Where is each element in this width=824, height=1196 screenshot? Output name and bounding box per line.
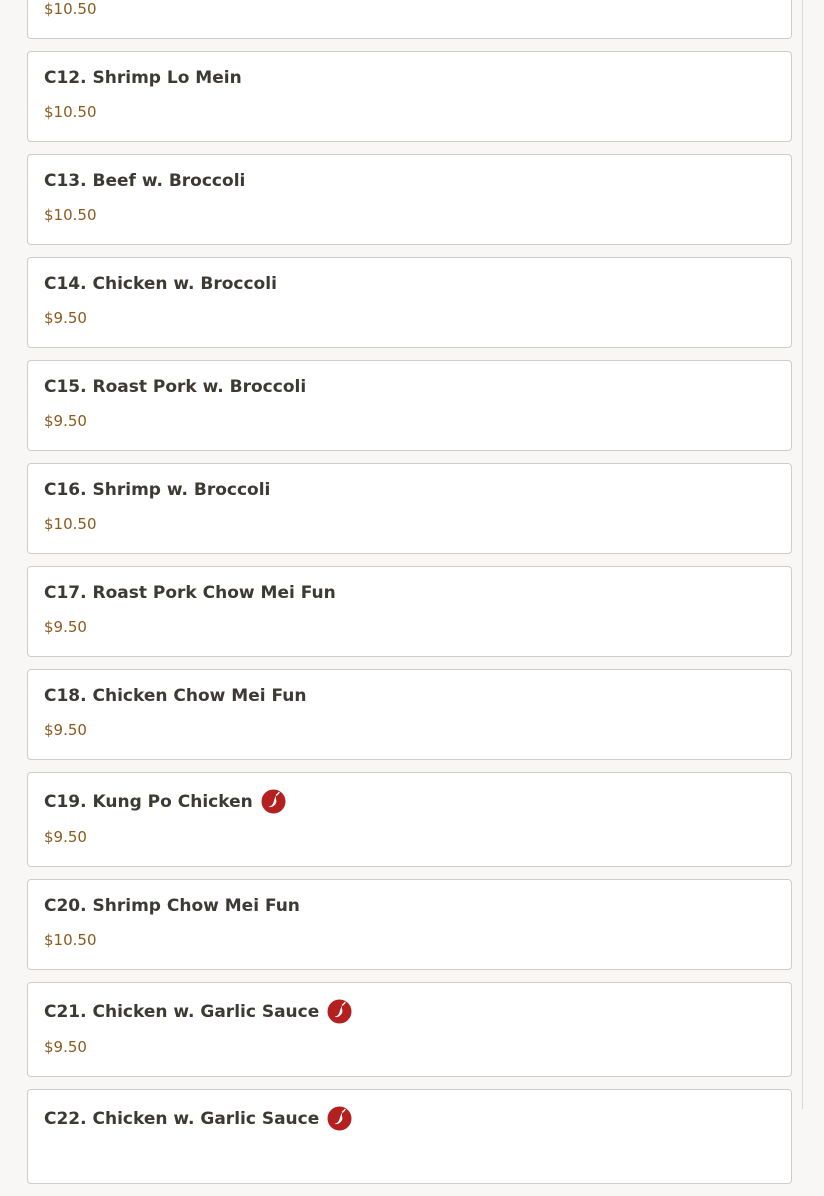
menu-item-name: C16. Shrimp w. Broccoli bbox=[44, 480, 271, 500]
menu-item-card[interactable]: C15. Roast Pork w. Broccoli $9.50 bbox=[27, 360, 792, 451]
menu-item-price: $9.50 bbox=[44, 1038, 87, 1056]
menu-item-price: $9.50 bbox=[44, 828, 87, 846]
menu-item-card[interactable]: C12. Shrimp Lo Mein $10.50 bbox=[27, 51, 792, 142]
menu-item-price: $9.50 bbox=[44, 309, 87, 327]
menu-item-name: C19. Kung Po Chicken bbox=[44, 789, 286, 814]
menu-item-price: $9.50 bbox=[44, 412, 87, 430]
menu-item-list: $10.50 C12. Shrimp Lo Mein $10.50 C13. B… bbox=[27, 0, 792, 1196]
menu-item-card[interactable]: C20. Shrimp Chow Mei Fun $10.50 bbox=[27, 879, 792, 970]
menu-item-card[interactable]: C18. Chicken Chow Mei Fun $9.50 bbox=[27, 669, 792, 760]
menu-item-card[interactable]: C21. Chicken w. Garlic Sauce $9.50 bbox=[27, 982, 792, 1077]
menu-item-name: C12. Shrimp Lo Mein bbox=[44, 68, 242, 88]
menu-item-price: $10.50 bbox=[44, 931, 97, 949]
menu-item-price: $9.50 bbox=[44, 721, 87, 739]
menu-item-price: $10.50 bbox=[44, 206, 97, 224]
menu-item-name: C13. Beef w. Broccoli bbox=[44, 171, 246, 191]
menu-item-card[interactable]: $10.50 bbox=[27, 0, 792, 39]
menu-item-name: C22. Chicken w. Garlic Sauce bbox=[44, 1106, 352, 1131]
chili-pepper-icon bbox=[261, 789, 286, 814]
chili-pepper-icon bbox=[327, 1106, 352, 1131]
menu-item-card[interactable]: C22. Chicken w. Garlic Sauce bbox=[27, 1089, 792, 1184]
menu-item-price: $9.50 bbox=[44, 618, 87, 636]
menu-item-price: $10.50 bbox=[44, 515, 97, 533]
menu-item-card[interactable]: C16. Shrimp w. Broccoli $10.50 bbox=[27, 463, 792, 554]
menu-item-name: C15. Roast Pork w. Broccoli bbox=[44, 377, 307, 397]
menu-item-card[interactable]: C13. Beef w. Broccoli $10.50 bbox=[27, 154, 792, 245]
menu-item-card[interactable]: C17. Roast Pork Chow Mei Fun $9.50 bbox=[27, 566, 792, 657]
menu-item-card[interactable]: C19. Kung Po Chicken $9.50 bbox=[27, 772, 792, 867]
menu-item-price: $10.50 bbox=[44, 0, 97, 18]
menu-item-name: C20. Shrimp Chow Mei Fun bbox=[44, 896, 300, 916]
menu-item-name: C17. Roast Pork Chow Mei Fun bbox=[44, 583, 336, 603]
chili-pepper-icon bbox=[327, 999, 352, 1024]
menu-item-name: C18. Chicken Chow Mei Fun bbox=[44, 686, 307, 706]
page-divider bbox=[802, 0, 803, 1109]
menu-item-card[interactable]: C14. Chicken w. Broccoli $9.50 bbox=[27, 257, 792, 348]
menu-item-name: C14. Chicken w. Broccoli bbox=[44, 274, 277, 294]
menu-item-name: C21. Chicken w. Garlic Sauce bbox=[44, 999, 352, 1024]
menu-item-price: $10.50 bbox=[44, 103, 97, 121]
